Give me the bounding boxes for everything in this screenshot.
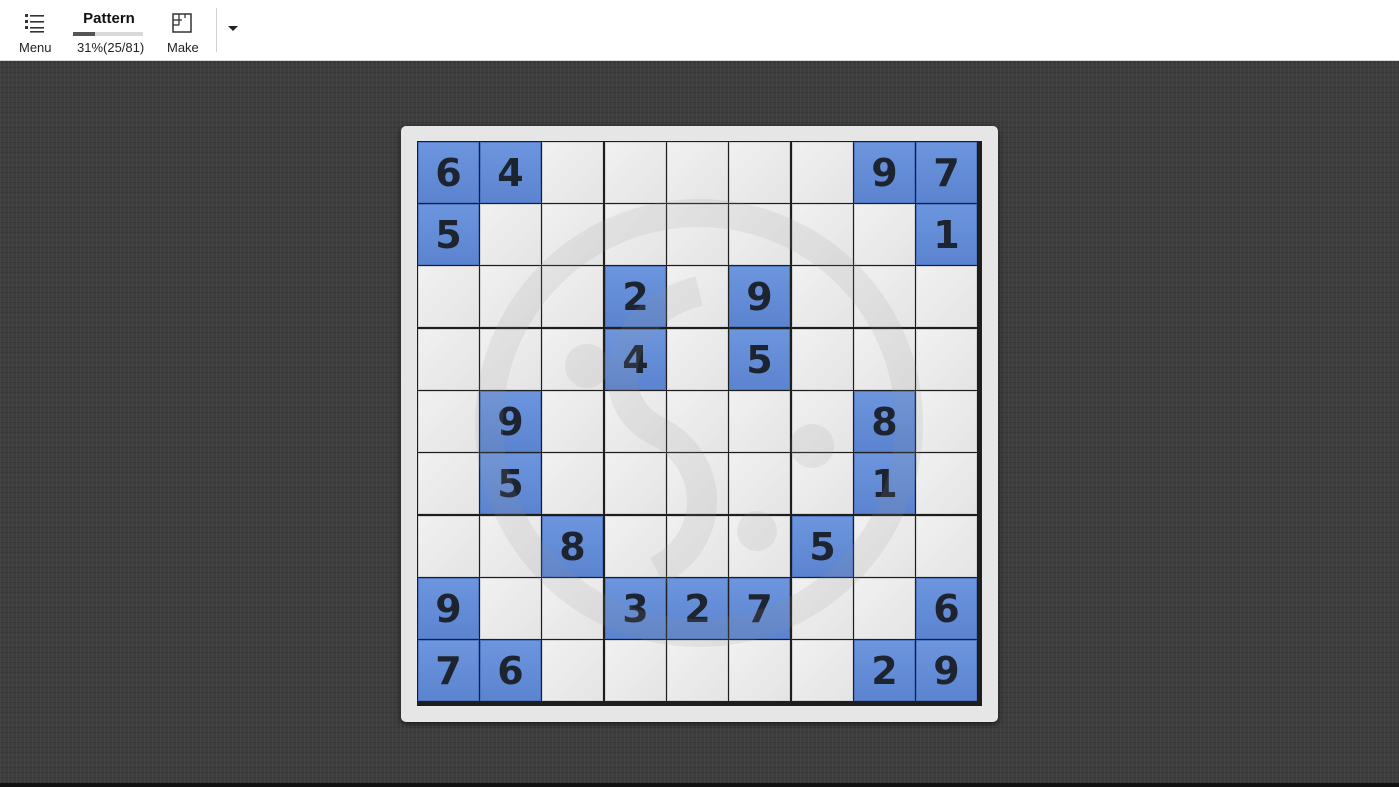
sudoku-cell-r2c9[interactable]: 1 [916,204,977,265]
sudoku-cell-r4c5[interactable] [667,329,728,390]
sudoku-cell-r3c7[interactable] [792,266,853,327]
sudoku-cell-r1c7[interactable] [792,142,853,203]
sudoku-cell-r1c6[interactable] [729,142,790,203]
sudoku-cell-r4c9[interactable] [916,329,977,390]
sudoku-cell-r7c2[interactable] [480,516,541,577]
caret-down-icon[interactable] [224,18,242,38]
sudoku-cell-r7c6[interactable] [729,516,790,577]
sudoku-cell-r5c2[interactable]: 9 [480,391,541,452]
sudoku-cell-r5c3[interactable] [542,391,603,452]
sudoku-cell-r1c4[interactable] [605,142,666,203]
sudoku-cell-r8c6[interactable]: 7 [729,578,790,639]
sudoku-cell-r3c1[interactable] [418,266,479,327]
sudoku-cell-r5c9[interactable] [916,391,977,452]
sudoku-cell-r6c7[interactable] [792,453,853,514]
puzzle-progress: Pattern 31%(25/81) [70,0,148,61]
sudoku-cell-r9c2[interactable]: 6 [480,640,541,701]
sudoku-cell-r8c9[interactable]: 6 [916,578,977,639]
toolbar: Menu Pattern 31%(25/81) Make [0,0,1399,61]
sudoku-cell-r4c2[interactable] [480,329,541,390]
sudoku-cell-r3c4[interactable]: 2 [605,266,666,327]
sudoku-cell-r6c8[interactable]: 1 [854,453,915,514]
sudoku-cell-r4c6[interactable]: 5 [729,329,790,390]
sudoku-cell-r8c7[interactable] [792,578,853,639]
sudoku-cell-r8c5[interactable]: 2 [667,578,728,639]
menu-button[interactable]: Menu [14,0,56,61]
sudoku-cell-r9c3[interactable] [542,640,603,701]
sudoku-cell-r7c3[interactable]: 8 [542,516,603,577]
sudoku-cell-r9c9[interactable]: 9 [916,640,977,701]
puzzle-title: Pattern [83,10,135,27]
sudoku-cell-r7c1[interactable] [418,516,479,577]
sudoku-cell-r3c2[interactable] [480,266,541,327]
sudoku-cell-r9c7[interactable] [792,640,853,701]
make-label: Make [167,40,199,55]
list-icon [25,14,44,33]
sudoku-cell-r3c5[interactable] [667,266,728,327]
sudoku-cell-r9c4[interactable] [605,640,666,701]
sudoku-board: 6497512945985185932767629 [401,126,998,722]
sudoku-cell-r2c6[interactable] [729,204,790,265]
sudoku-cell-r6c1[interactable] [418,453,479,514]
sudoku-cell-r8c4[interactable]: 3 [605,578,666,639]
sudoku-cell-r5c4[interactable] [605,391,666,452]
grid-edit-icon [172,13,192,33]
sudoku-cell-r9c5[interactable] [667,640,728,701]
sudoku-cell-r4c1[interactable] [418,329,479,390]
sudoku-cell-r9c1[interactable]: 7 [418,640,479,701]
sudoku-cell-r2c8[interactable] [854,204,915,265]
sudoku-cell-r6c5[interactable] [667,453,728,514]
sudoku-cell-r9c6[interactable] [729,640,790,701]
sudoku-cell-r4c4[interactable]: 4 [605,329,666,390]
sudoku-cell-r1c5[interactable] [667,142,728,203]
sudoku-cell-r6c3[interactable] [542,453,603,514]
sudoku-cell-r2c2[interactable] [480,204,541,265]
sudoku-cell-r6c9[interactable] [916,453,977,514]
sudoku-cell-r2c4[interactable] [605,204,666,265]
sudoku-cell-r2c1[interactable]: 5 [418,204,479,265]
sudoku-cell-r1c1[interactable]: 6 [418,142,479,203]
sudoku-cell-r9c8[interactable]: 2 [854,640,915,701]
progress-bar-fill [73,32,95,36]
sudoku-cell-r8c1[interactable]: 9 [418,578,479,639]
sudoku-cell-r5c5[interactable] [667,391,728,452]
sudoku-cell-r7c8[interactable] [854,516,915,577]
sudoku-cell-r5c1[interactable] [418,391,479,452]
sudoku-cell-r7c5[interactable] [667,516,728,577]
sudoku-cell-r1c8[interactable]: 9 [854,142,915,203]
sudoku-cell-r5c6[interactable] [729,391,790,452]
sudoku-cell-r4c3[interactable] [542,329,603,390]
sudoku-cell-r3c3[interactable] [542,266,603,327]
sudoku-cell-r2c7[interactable] [792,204,853,265]
make-button[interactable]: Make [160,0,204,61]
sudoku-cell-r6c4[interactable] [605,453,666,514]
progress-text: 31%(25/81) [77,40,145,55]
sudoku-cell-r4c8[interactable] [854,329,915,390]
sudoku-cell-r1c9[interactable]: 7 [916,142,977,203]
progress-bar [73,32,143,36]
bottom-edge [0,783,1399,787]
sudoku-cell-r3c9[interactable] [916,266,977,327]
sudoku-cell-r3c8[interactable] [854,266,915,327]
sudoku-cell-r8c3[interactable] [542,578,603,639]
sudoku-cell-r7c9[interactable] [916,516,977,577]
menu-label: Menu [19,40,52,55]
sudoku-cell-r8c2[interactable] [480,578,541,639]
toolbar-divider [216,8,217,52]
sudoku-cell-r1c2[interactable]: 4 [480,142,541,203]
sudoku-cell-r7c4[interactable] [605,516,666,577]
sudoku-cell-r6c2[interactable]: 5 [480,453,541,514]
sudoku-cell-r5c7[interactable] [792,391,853,452]
sudoku-cell-r8c8[interactable] [854,578,915,639]
sudoku-cell-r3c6[interactable]: 9 [729,266,790,327]
sudoku-cell-r7c7[interactable]: 5 [792,516,853,577]
sudoku-cell-r2c5[interactable] [667,204,728,265]
sudoku-grid: 6497512945985185932767629 [417,141,982,706]
sudoku-cell-r2c3[interactable] [542,204,603,265]
sudoku-cell-r1c3[interactable] [542,142,603,203]
sudoku-cell-r5c8[interactable]: 8 [854,391,915,452]
sudoku-cell-r4c7[interactable] [792,329,853,390]
sudoku-cell-r6c6[interactable] [729,453,790,514]
